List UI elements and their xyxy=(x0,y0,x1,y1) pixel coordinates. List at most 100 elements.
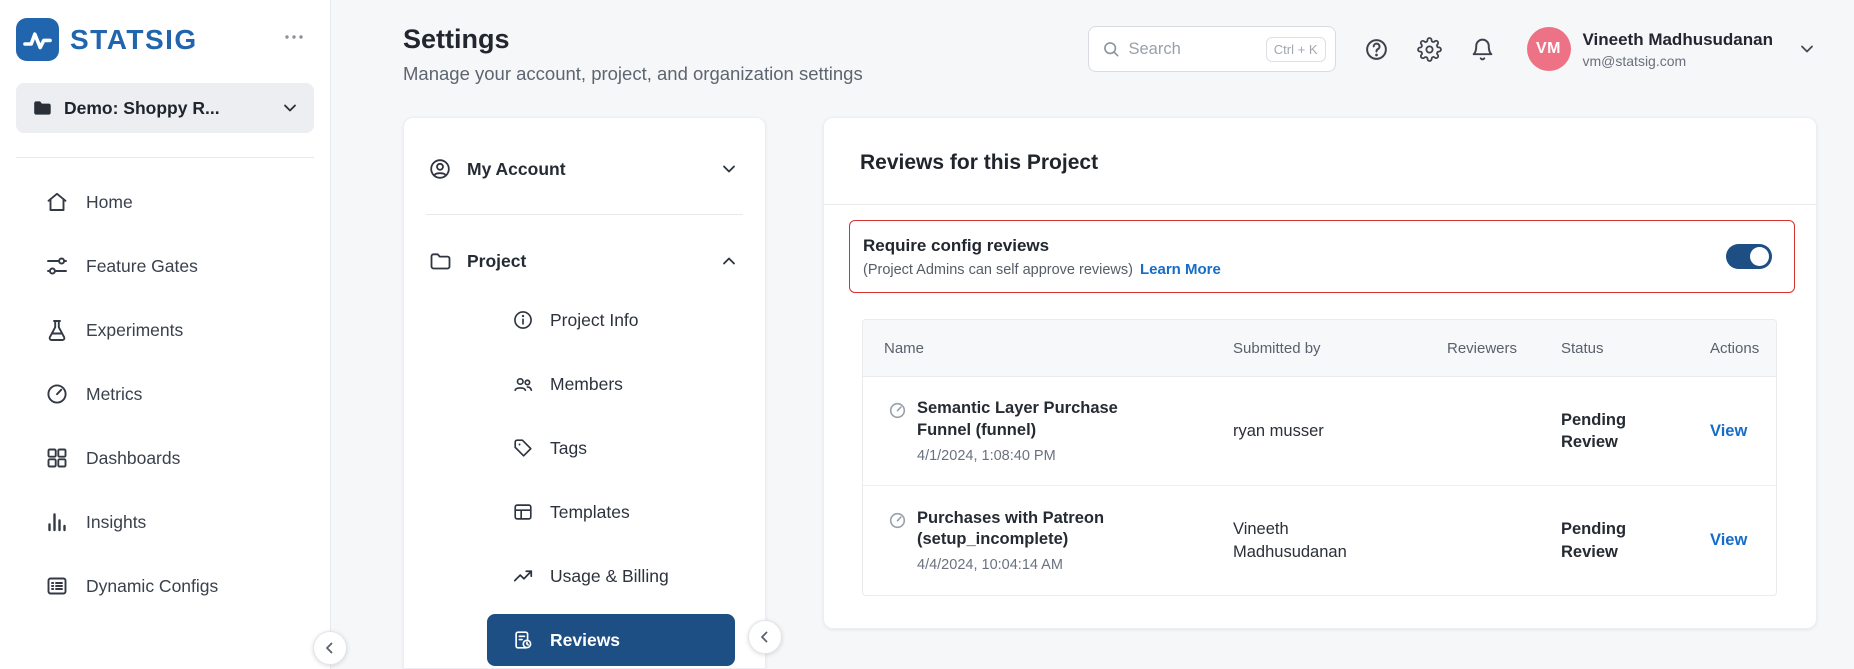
sidebar-item-label: Feature Gates xyxy=(86,255,198,276)
require-config-reviews-banner: Require config reviews (Project Admins c… xyxy=(849,220,1795,293)
reviews-panel-title: Reviews for this Project xyxy=(860,151,1099,174)
sidebar-item-label: Home xyxy=(86,191,133,212)
help-button[interactable] xyxy=(1364,37,1389,62)
notifications-button[interactable] xyxy=(1470,37,1495,62)
topbar-actions: Ctrl + K VM Vineeth Madhusudanan vm@stat… xyxy=(1087,26,1818,72)
sidebar-nav: Home Feature Gates Experiments Metrics D… xyxy=(0,170,330,618)
statsig-logo-icon xyxy=(16,18,59,61)
require-reviews-toggle[interactable] xyxy=(1726,244,1772,269)
sidebar-item-experiments[interactable]: Experiments xyxy=(0,298,330,362)
page-title: Settings xyxy=(403,24,510,54)
column-header-actions: Actions xyxy=(1710,339,1760,357)
page-subtitle: Manage your account, project, and organi… xyxy=(403,63,863,84)
name-cell: Semantic Layer Purchase Funnel (funnel) … xyxy=(863,398,1233,464)
statsig-app: STATSIG Demo: Shoppy R... Home Feature G… xyxy=(0,0,1854,669)
banner-subtitle: (Project Admins can self approve reviews… xyxy=(863,261,1133,278)
statsig-logo[interactable]: STATSIG xyxy=(16,18,198,61)
help-icon xyxy=(1365,38,1387,60)
search-icon xyxy=(1103,42,1118,57)
settings-item-templates[interactable]: Templates xyxy=(487,486,735,538)
project-selector[interactable]: Demo: Shoppy R... xyxy=(16,83,314,133)
settings-item-project-info[interactable]: Project Info xyxy=(487,294,735,346)
metrics-icon xyxy=(47,384,67,404)
avatar: VM xyxy=(1526,27,1571,71)
search-input[interactable] xyxy=(1128,39,1258,59)
status-cell: Pending Review xyxy=(1561,410,1627,451)
settings-nav-collapse-button[interactable] xyxy=(748,620,782,654)
config-gauge-icon xyxy=(888,511,907,530)
name-text: Semantic Layer Purchase Funnel (funnel) … xyxy=(917,398,1172,463)
chevron-up-icon xyxy=(717,251,741,271)
sidebar-item-dynamic-configs[interactable]: Dynamic Configs xyxy=(0,554,330,618)
view-link[interactable]: View xyxy=(1710,531,1747,549)
settings-item-tags[interactable]: Tags xyxy=(487,422,735,474)
sidebar-item-dashboards[interactable]: Dashboards xyxy=(0,426,330,490)
settings-nav-panel: My Account Project Project Info Members … xyxy=(403,117,782,669)
search-shortcut-hint: Ctrl + K xyxy=(1265,36,1326,62)
sidebar-collapse-button[interactable] xyxy=(313,631,347,665)
name-cell: Purchases with Patreon (setup_incomplete… xyxy=(863,508,1233,573)
banner-title: Require config reviews xyxy=(863,235,1050,255)
page-heading: Settings Manage your account, project, a… xyxy=(403,24,863,85)
settings-section-project[interactable]: Project xyxy=(428,232,741,290)
submitted-by-cell: ryan musser xyxy=(1233,421,1324,440)
settings-item-members[interactable]: Members xyxy=(487,358,735,410)
status-cell: Pending Review xyxy=(1561,520,1627,561)
settings-item-label: Usage & Billing xyxy=(550,565,669,586)
sidebar-item-label: Dynamic Configs xyxy=(86,575,219,596)
column-header-reviewers: Reviewers xyxy=(1447,339,1518,357)
tag-icon xyxy=(514,439,532,457)
members-icon xyxy=(514,377,533,392)
experiments-icon xyxy=(48,320,66,341)
settings-section-label: My Account xyxy=(467,158,566,179)
settings-body: My Account Project Project Info Members … xyxy=(403,117,1817,669)
config-timestamp: 4/4/2024, 10:04:14 AM xyxy=(917,557,1063,574)
settings-item-label: Reviews xyxy=(550,629,621,650)
dashboards-icon xyxy=(47,448,67,468)
user-info: Vineeth Madhusudanan vm@statsig.com xyxy=(1583,30,1774,69)
templates-icon xyxy=(514,504,532,520)
submitted-by-cell: Vineeth Madhusudanan xyxy=(1233,520,1347,561)
sidebar-item-label: Experiments xyxy=(86,319,184,340)
bell-icon xyxy=(1472,38,1492,60)
settings-item-label: Members xyxy=(550,373,623,394)
learn-more-link[interactable]: Learn More xyxy=(1140,261,1221,278)
sidebar-top: STATSIG xyxy=(0,0,330,69)
column-header-status: Status xyxy=(1561,339,1604,357)
sidebar: STATSIG Demo: Shoppy R... Home Feature G… xyxy=(0,0,347,669)
folder-icon xyxy=(31,97,53,119)
sidebar-item-metrics[interactable]: Metrics xyxy=(0,362,330,426)
usage-billing-icon xyxy=(513,570,533,582)
sidebar-item-insights[interactable]: Insights xyxy=(0,490,330,554)
folder-icon xyxy=(430,253,451,270)
user-menu[interactable]: VM Vineeth Madhusudanan vm@statsig.com xyxy=(1526,27,1818,71)
settings-item-usage-billing[interactable]: Usage & Billing xyxy=(487,550,735,602)
settings-button[interactable] xyxy=(1416,36,1442,62)
feature-gates-icon xyxy=(47,257,67,275)
search-box[interactable]: Ctrl + K xyxy=(1087,26,1336,72)
toggle-knob xyxy=(1750,247,1769,266)
more-menu-icon[interactable] xyxy=(278,21,310,58)
info-icon xyxy=(514,311,532,329)
view-link[interactable]: View xyxy=(1710,422,1747,440)
config-name[interactable]: Purchases with Patreon (setup_incomplete… xyxy=(917,508,1172,550)
chevron-left-icon xyxy=(326,642,333,654)
config-name[interactable]: Semantic Layer Purchase Funnel (funnel) xyxy=(917,398,1172,440)
settings-item-reviews[interactable]: Reviews xyxy=(487,614,735,666)
chevron-left-icon xyxy=(761,631,768,643)
sidebar-item-feature-gates[interactable]: Feature Gates xyxy=(0,234,330,298)
user-name: Vineeth Madhusudanan xyxy=(1582,29,1774,49)
column-header-name: Name xyxy=(884,339,925,357)
config-gauge-icon xyxy=(888,401,907,420)
table-header: Name Submitted by Reviewers Status Actio… xyxy=(863,320,1776,377)
sidebar-divider xyxy=(16,157,314,158)
actions-cell: View xyxy=(1710,531,1776,550)
gear-icon xyxy=(1416,36,1442,62)
project-selector-label: Demo: Shoppy R... xyxy=(64,97,220,118)
chevron-down-icon xyxy=(280,98,300,118)
chevron-down-icon xyxy=(1797,39,1817,59)
sidebar-item-home[interactable]: Home xyxy=(0,170,330,234)
config-timestamp: 4/1/2024, 1:08:40 PM xyxy=(917,447,1056,464)
settings-section-my-account[interactable]: My Account xyxy=(428,140,741,198)
insights-icon xyxy=(48,513,66,532)
